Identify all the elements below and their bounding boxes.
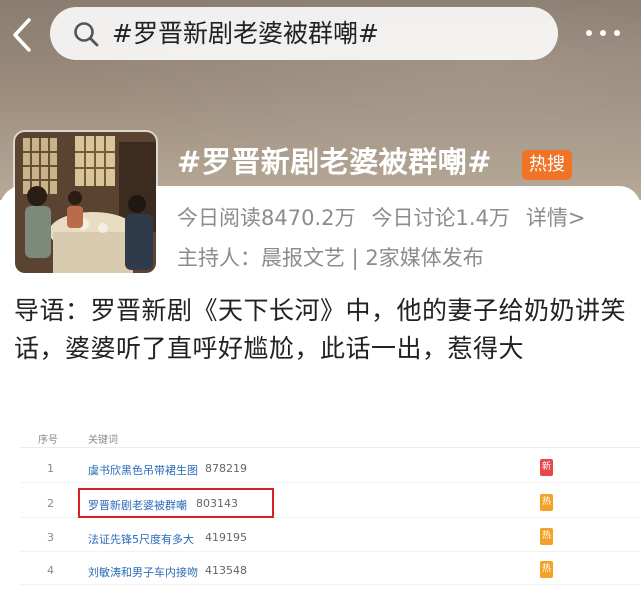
rank-keyword[interactable]: 虞书欣黑色吊带裙生图	[88, 462, 198, 478]
hot-tag: 热	[540, 494, 553, 511]
rank-count: 413548	[205, 564, 247, 577]
rank-count: 878219	[205, 462, 247, 475]
rank-keyword[interactable]: 刘敏涛和男子车内接吻	[88, 564, 198, 580]
hot-tag: 热	[540, 528, 553, 545]
rank-number: 3	[47, 531, 54, 544]
keyword-column-header: 关键词	[88, 435, 118, 446]
dot-icon	[614, 30, 620, 36]
new-tag: 新	[540, 459, 553, 476]
details-link[interactable]: 详情>	[526, 206, 586, 230]
rank-number: 2	[47, 497, 54, 510]
read-count: 今日阅读8470.2万	[177, 206, 356, 230]
ranking-header: 序号 关键词	[0, 427, 641, 447]
rank-number: 1	[47, 462, 54, 475]
rank-number: 4	[47, 564, 54, 577]
search-bar[interactable]: #罗晋新剧老婆被群嘲#	[50, 7, 558, 60]
ranking-divider	[20, 447, 641, 448]
dot-icon	[586, 30, 592, 36]
hot-badge: 热搜	[522, 150, 572, 180]
drama-scene-image	[15, 132, 156, 273]
rank-count: 419195	[205, 531, 247, 544]
ranking-row: 4 刘敏涛和男子车内接吻 413548 热	[0, 557, 641, 585]
topic-page: #罗晋新剧老婆被群嘲# #罗晋新剧老婆被群嘲# 热搜 今日阅读8470.2万 今…	[0, 0, 641, 616]
discussion-count: 今日讨论1.4万	[371, 206, 510, 230]
row-divider	[20, 482, 641, 483]
chevron-left-icon	[13, 18, 31, 52]
ranking-row: 3 法证先锋5尺度有多大 419195 热	[0, 524, 641, 552]
row-divider	[20, 584, 641, 585]
more-options-button[interactable]	[575, 18, 631, 48]
hot-tag: 热	[540, 561, 553, 578]
rank-column-header: 序号	[38, 435, 58, 446]
topic-thumbnail[interactable]	[13, 130, 158, 275]
rank-keyword[interactable]: 法证先锋5尺度有多大	[88, 531, 194, 547]
back-button[interactable]	[8, 15, 36, 55]
topic-intro: 导语：罗晋新剧《天下长河》中，他的妻子给奶奶讲笑话，婆婆听了直呼好尴尬，此话一出…	[14, 296, 627, 363]
highlight-box	[78, 488, 274, 518]
search-query-text: #罗晋新剧老婆被群嘲#	[112, 19, 379, 48]
ranking-row: 1 虞书欣黑色吊带裙生图 878219 新	[0, 455, 641, 483]
search-icon	[74, 22, 99, 47]
topic-title: #罗晋新剧老婆被群嘲#	[177, 145, 493, 179]
top-bar: #罗晋新剧老婆被群嘲#	[0, 0, 641, 70]
dot-icon	[600, 30, 606, 36]
host-info: 主持人：晨报文艺 | 2家媒体发布	[177, 246, 484, 270]
topic-stats: 今日阅读8470.2万 今日讨论1.4万 详情>	[177, 200, 586, 236]
row-divider	[20, 551, 641, 552]
